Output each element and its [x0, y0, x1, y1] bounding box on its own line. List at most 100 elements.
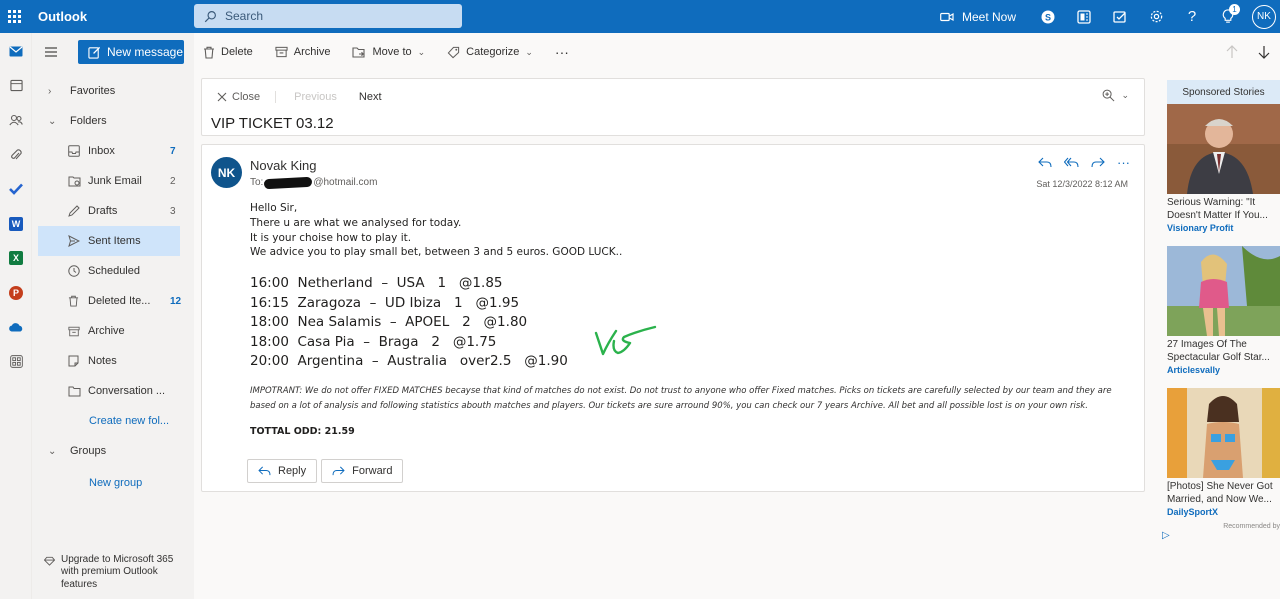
delete-label: Delete — [221, 46, 253, 58]
video-icon — [940, 12, 954, 21]
archive-icon — [68, 326, 88, 337]
collapse-nav-button[interactable] — [32, 47, 70, 57]
meet-now-label: Meet Now — [961, 9, 1016, 24]
rail-mail[interactable] — [0, 34, 32, 69]
more-icon[interactable]: ··· — [1117, 155, 1130, 170]
rail-todo[interactable] — [0, 172, 32, 207]
folder-conversation[interactable]: Conversation ... — [32, 376, 194, 406]
categorize-button[interactable]: Categorize ⌄ — [436, 33, 544, 71]
next-button[interactable]: Next — [359, 91, 382, 103]
close-icon — [217, 92, 227, 102]
onedrive-icon — [9, 323, 23, 332]
app-launcher-button[interactable] — [0, 0, 28, 33]
rail-onedrive[interactable] — [0, 310, 32, 345]
ad-title: 27 Images Of The Spectacular Golf Star..… — [1167, 339, 1270, 363]
meet-now-button[interactable]: Meet Now — [940, 10, 1030, 24]
upgrade-banner[interactable]: Upgrade to Microsoft 365 with premium Ou… — [44, 554, 184, 592]
disclaimer-text: IMPOTRANT: We do not offer FIXED MATCHES… — [250, 385, 1112, 411]
folder-deleted-ite[interactable]: Deleted Ite... 12 — [32, 286, 194, 316]
chevron-down-icon: ⌄ — [417, 46, 426, 57]
search-icon — [204, 10, 216, 22]
groups-section[interactable]: ⌄ Groups — [32, 436, 194, 466]
pick-line: 16:00 Netherland – USA 1 @1.85 — [250, 275, 503, 292]
account-avatar[interactable]: NK — [1252, 4, 1276, 29]
arrow-down-icon[interactable] — [1258, 45, 1270, 59]
archive-button[interactable]: Archive — [264, 33, 342, 71]
reading-pane: Close Previous Next ⌄ VIP TICKET 03.12 N… — [194, 71, 1160, 599]
rail-word[interactable]: W — [0, 207, 32, 242]
apps-icon — [9, 355, 23, 369]
sender-avatar[interactable]: NK — [211, 157, 242, 188]
folder-notes[interactable]: Notes — [32, 346, 194, 376]
favorites-section[interactable]: › Favorites — [32, 76, 194, 106]
forward-icon[interactable] — [1091, 157, 1105, 168]
folder-pane: New message › Favorites ⌄ Folders Inbox 7… — [32, 33, 194, 599]
create-new-folder-link[interactable]: Create new fol... — [32, 406, 194, 436]
new-message-button[interactable]: New message — [78, 40, 184, 64]
ad-source: DailySportX — [1167, 507, 1219, 517]
rail-calendar[interactable] — [0, 69, 32, 104]
rail-powerpoint[interactable]: P — [0, 276, 32, 311]
folders-label: Folders — [70, 115, 107, 127]
forward-label: Forward — [352, 465, 393, 477]
todo-icon — [9, 183, 23, 196]
adchoices-icon[interactable]: ▷ — [1162, 530, 1170, 541]
close-button[interactable]: Close — [217, 91, 277, 103]
search-box[interactable]: Search — [194, 4, 462, 28]
message-header-card: Close Previous Next ⌄ VIP TICKET 03.12 — [201, 78, 1145, 136]
mail-icon — [9, 46, 23, 57]
ad-item[interactable]: 27 Images Of The Spectacular Golf Star..… — [1167, 246, 1280, 377]
folder-label: Conversation ... — [88, 385, 166, 397]
folder-count: 12 — [170, 295, 182, 307]
favorites-label: Favorites — [70, 85, 116, 97]
tag-icon — [447, 46, 460, 58]
new-group-link[interactable]: New group — [32, 468, 194, 498]
forward-button[interactable]: Forward — [321, 459, 404, 483]
folder-label: Drafts — [88, 205, 118, 217]
ad-item[interactable]: [Photos] She Never Got Married, and Now … — [1167, 388, 1280, 519]
skype-button[interactable]: S — [1030, 0, 1066, 33]
folder-archive[interactable]: Archive — [32, 316, 194, 346]
move-to-button[interactable]: Move to ⌄ — [341, 33, 436, 71]
notes-icon — [68, 355, 88, 367]
rail-files[interactable] — [0, 138, 32, 173]
folder-sent-items[interactable]: Sent Items — [38, 226, 180, 256]
folder-drafts[interactable]: Drafts 3 — [32, 196, 194, 226]
trash-icon — [204, 46, 214, 59]
tips-button[interactable]: 1 — [1210, 0, 1246, 33]
rail-people[interactable] — [0, 103, 32, 138]
reply-button[interactable]: Reply — [247, 459, 318, 483]
office-icon — [1077, 9, 1091, 24]
ads-pane: Sponsored Stories Serious Warning: "It D… — [1160, 71, 1280, 599]
folder-count: 7 — [170, 145, 176, 157]
search-placeholder: Search — [225, 9, 264, 23]
folder-junk-email[interactable]: Junk Email 2 — [32, 166, 194, 196]
move-folder-icon — [352, 46, 366, 58]
word-icon: W — [9, 216, 23, 231]
rail-excel[interactable]: X — [0, 241, 32, 276]
reply-all-icon[interactable] — [1064, 157, 1079, 168]
archive-icon — [275, 46, 288, 58]
delete-button[interactable]: Delete — [194, 33, 264, 71]
office-button[interactable] — [1066, 0, 1102, 33]
zoom-button[interactable]: ⌄ — [1102, 89, 1129, 102]
folder-scheduled[interactable]: Scheduled — [32, 256, 194, 286]
redacted-mark — [264, 176, 313, 189]
previous-button[interactable]: Previous — [294, 91, 337, 103]
rail-more-apps[interactable] — [0, 345, 32, 380]
settings-button[interactable] — [1138, 0, 1174, 33]
folder-inbox[interactable]: Inbox 7 — [32, 136, 194, 166]
my-day-button[interactable] — [1102, 0, 1138, 33]
more-actions-button[interactable]: ··· — [544, 33, 580, 71]
arrow-up-icon[interactable] — [1226, 45, 1238, 59]
reply-icon[interactable] — [1038, 157, 1052, 168]
folders-section[interactable]: ⌄ Folders — [32, 106, 194, 136]
help-button[interactable]: ? — [1174, 0, 1210, 33]
app-name[interactable]: Outlook — [38, 9, 194, 24]
ad-item[interactable]: Serious Warning: "It Doesn't Matter If Y… — [1167, 104, 1280, 235]
sender-name[interactable]: Novak King — [250, 158, 316, 173]
greeting-line: We advice you to play small bet, between… — [250, 246, 623, 259]
total-odd: TOTTAL ODD: 21.59 — [250, 425, 355, 437]
chevron-down-icon: ⌄ — [1121, 90, 1129, 100]
reply-label: Reply — [278, 465, 307, 477]
